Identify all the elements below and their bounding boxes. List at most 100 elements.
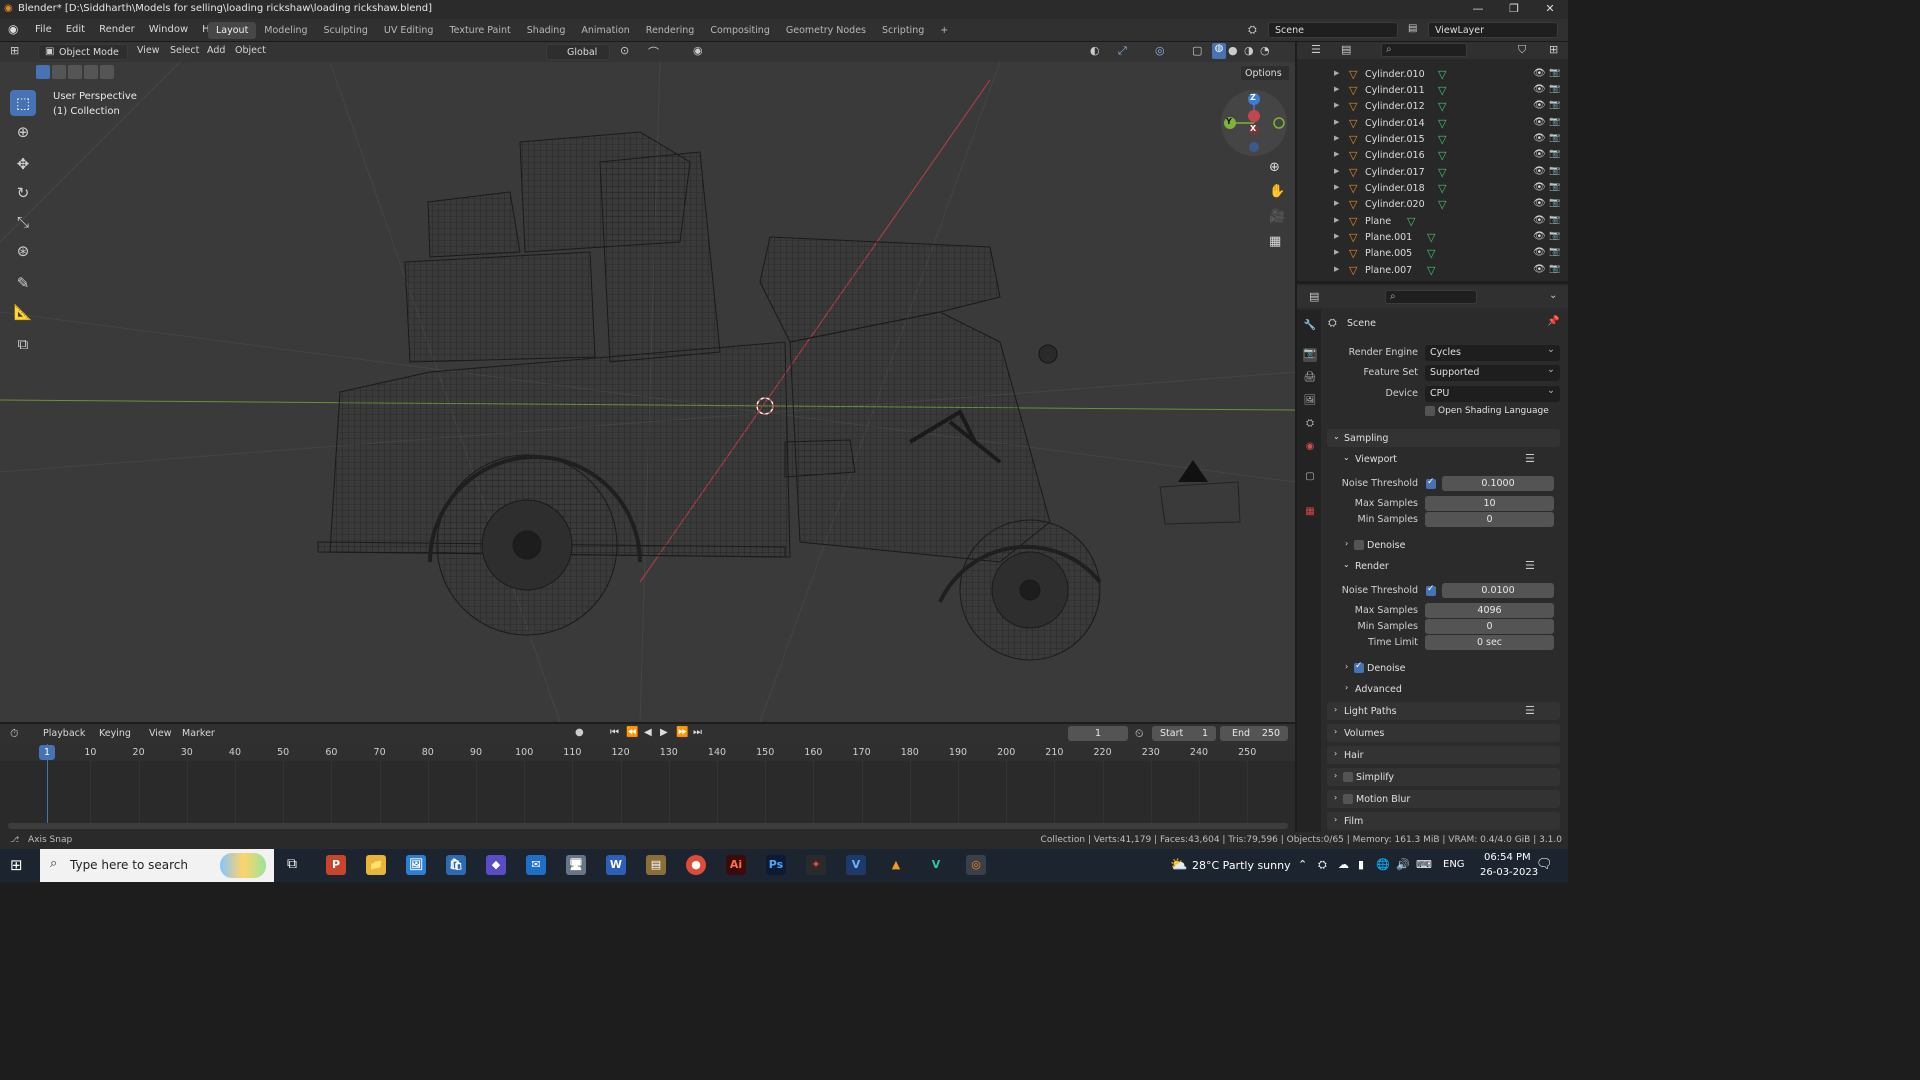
visibility-eye-icon[interactable]: 👁 [1533,231,1546,242]
store-icon[interactable]: 🛍 [446,855,466,875]
xray-toggle-icon[interactable]: ▢ [1192,44,1202,57]
zoom-icon[interactable]: ⊕ [1269,160,1280,175]
mode-selector[interactable]: ▣ Object Mode [38,44,128,60]
outliner-item-plane-007[interactable]: ▶ ▽ Plane.007 ▽ 👁 📷 [1297,263,1568,279]
select-intersect-button[interactable] [100,65,114,79]
pan-hand-icon[interactable]: ✋ [1269,184,1285,199]
camera-view-icon[interactable]: 🎥 [1269,209,1285,224]
tab-rendering[interactable]: Rendering [638,22,703,39]
expand-icon[interactable]: ▶ [1334,167,1339,175]
play-icon[interactable]: ▶ [660,727,668,738]
visibility-eye-icon[interactable]: 👁 [1533,166,1546,177]
properties-search-input[interactable]: ⌕ [1385,290,1477,304]
jump-start-icon[interactable]: ⏮ [610,727,619,738]
visibility-eye-icon[interactable]: 👁 [1533,149,1546,160]
tab-uv-editing[interactable]: UV Editing [376,22,442,39]
tab-sculpting[interactable]: Sculpting [316,22,376,39]
presets-list-icon[interactable]: ☰ [1525,452,1535,465]
render-camera-icon[interactable]: 📷 [1549,264,1560,274]
start-frame-field[interactable]: Start 1 [1152,726,1216,741]
windows-start-icon[interactable]: ⊞ [10,856,23,874]
add-cube-tool-icon[interactable]: ⧉ [10,331,36,357]
render-camera-icon[interactable]: 📷 [1549,231,1560,241]
jump-keyframe-forward-icon[interactable]: ⏩ [676,727,688,738]
vp-denoise-checkbox[interactable] [1354,540,1364,550]
blender-taskbar-icon[interactable]: ◎ [966,855,986,875]
render-camera-icon[interactable]: 📷 [1549,100,1560,110]
select-invert-button[interactable] [84,65,98,79]
timeline-menu-playback[interactable]: Playback [43,728,85,739]
tab-compositing[interactable]: Compositing [702,22,778,39]
advanced-subpanel-label[interactable]: Advanced [1355,684,1402,695]
photoshop-icon[interactable]: Ps [766,855,786,875]
tray-app-icon[interactable]: ⛭ [1318,858,1327,872]
material-shading-button[interactable]: ◑ [1244,44,1254,57]
word-icon[interactable]: W [606,855,626,875]
collection-tab-icon[interactable]: ▢ [1303,471,1317,485]
expand-icon[interactable]: ▶ [1334,232,1339,240]
tab-animation[interactable]: Animation [573,22,637,39]
render-subpanel-label[interactable]: Render [1355,561,1389,572]
r-max-samples-field[interactable]: 4096 [1425,603,1554,618]
current-frame-field[interactable]: 1 [1068,726,1128,741]
select-subtract-button[interactable] [68,65,82,79]
viewport-menu-object[interactable]: Object [235,45,266,56]
onedrive-icon[interactable]: ☁ [1338,858,1349,871]
menu-window[interactable]: Window [142,24,195,35]
timeline-editor-icon[interactable]: ⏱ [10,727,19,741]
outliner-item-cylinder-018[interactable]: ▶ ▽ Cylinder.018 ▽ 👁 📷 [1297,181,1568,197]
overlays-toggle-icon[interactable]: ◎ [1155,44,1165,57]
measure-tool-icon[interactable]: 📐 [10,299,36,325]
render-camera-icon[interactable]: 📷 [1549,149,1560,159]
navigation-gizmo[interactable]: Z Y X [1221,90,1287,156]
jump-end-icon[interactable]: ⏭ [693,727,702,738]
vp-min-samples-field[interactable]: 0 [1425,512,1554,527]
expand-icon[interactable]: ▶ [1334,69,1339,77]
render-engine-dropdown[interactable]: Cycles [1425,342,1560,361]
visibility-eye-icon[interactable]: 👁 [1533,264,1546,275]
outliner-item-plane-001[interactable]: ▶ ▽ Plane.001 ▽ 👁 📷 [1297,230,1568,246]
visibility-eye-icon[interactable]: 👁 [1533,133,1546,144]
timeline-menu-marker[interactable]: Marker [182,728,215,739]
tab-geometry-nodes[interactable]: Geometry Nodes [778,22,874,39]
proportional-edit-icon[interactable]: ◉ [693,44,703,57]
motion-blur-checkbox[interactable] [1343,794,1353,804]
play-reverse-icon[interactable]: ◀ [644,727,652,738]
viewport-subpanel-label[interactable]: Viewport [1355,454,1397,465]
presets-list-icon[interactable]: ☰ [1525,704,1535,717]
annotate-tool-icon[interactable]: ✎ [10,270,36,296]
vp-max-samples-field[interactable]: 10 [1425,496,1554,511]
visibility-eye-icon[interactable]: 👁 [1533,68,1546,79]
minimize-button[interactable]: — [1460,0,1496,19]
outliner-editor-icon[interactable]: ☰ [1311,43,1321,56]
battery-icon[interactable]: ▮ [1358,858,1364,871]
render-camera-icon[interactable]: 📷 [1549,247,1560,257]
viewport-menu-add[interactable]: Add [207,45,225,56]
vlc-icon[interactable]: ▲ [886,855,906,875]
expand-icon[interactable]: ▶ [1334,150,1339,158]
expand-icon[interactable]: ▶ [1334,134,1339,142]
timeline-scrollbar[interactable] [8,823,1288,829]
outliner-item-cylinder-014[interactable]: ▶ ▽ Cylinder.014 ▽ 👁 📷 [1297,116,1568,132]
visibility-icon[interactable]: ◐ [1090,44,1100,57]
render-camera-icon[interactable]: 📷 [1549,68,1560,78]
expand-icon[interactable]: ▶ [1334,85,1339,93]
presets-list-icon[interactable]: ☰ [1525,559,1535,572]
r-noise-threshold-field[interactable]: 0.0100 [1442,583,1554,598]
tab-modeling[interactable]: Modeling [256,22,315,39]
transform-orientation-selector[interactable]: Global [546,44,610,60]
taskbar-search-input[interactable]: ⌕ Type here to search [40,849,274,882]
preview-range-icon[interactable]: ⏲ [1135,727,1144,741]
weather-text[interactable]: 28°C Partly sunny [1192,859,1291,872]
render-camera-icon[interactable]: 📷 [1549,182,1560,192]
archive-icon[interactable]: ▤ [646,855,666,875]
language-indicator[interactable]: ENG [1443,859,1465,870]
chrome-icon[interactable]: ● [686,855,706,875]
remote-desktop-icon[interactable]: 🖥 [566,855,586,875]
render-camera-icon[interactable]: 📷 [1549,166,1560,176]
vp-noise-threshold-field[interactable]: 0.1000 [1442,476,1554,491]
tab-layout[interactable]: Layout [208,22,257,39]
render-camera-icon[interactable]: 📷 [1549,215,1560,225]
snap-icon[interactable]: ⌒ [648,44,659,60]
world-tab-icon[interactable]: ◉ [1303,441,1317,455]
